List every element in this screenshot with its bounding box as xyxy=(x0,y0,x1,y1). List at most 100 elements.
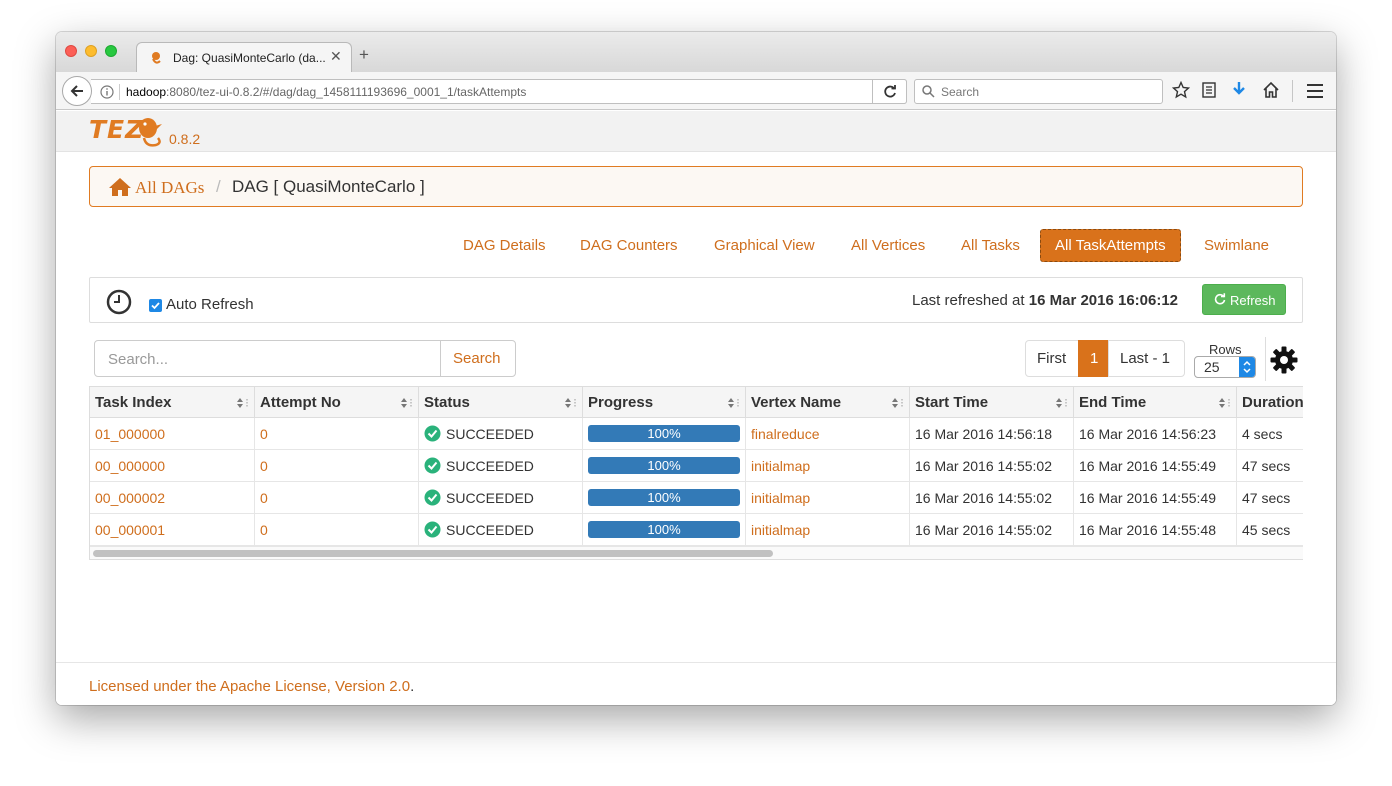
rows-per-page-value: 25 xyxy=(1204,359,1220,375)
back-arrow-icon xyxy=(70,85,83,97)
task-index-link[interactable]: 01_000000 xyxy=(95,426,165,442)
attempt-no-link[interactable]: 0 xyxy=(260,490,268,506)
browser-search-bar[interactable]: Search xyxy=(914,79,1163,104)
refresh-button-label: Refresh xyxy=(1230,293,1276,308)
tez-logo-bird-icon[interactable] xyxy=(136,114,166,150)
task-index-link[interactable]: 00_000002 xyxy=(95,490,165,506)
pagination-page-label: 1 xyxy=(1090,350,1099,367)
new-tab-icon[interactable]: + xyxy=(359,45,369,65)
license-link[interactable]: Licensed under the Apache License, Versi… xyxy=(89,678,414,695)
license-link-text[interactable]: Licensed under the Apache License, Versi… xyxy=(89,678,410,695)
column-header-status[interactable]: Status xyxy=(419,387,583,418)
breadcrumb-all-dags-link[interactable]: All DAGs xyxy=(135,178,204,198)
sort-icon[interactable] xyxy=(1218,397,1232,409)
progress-bar: 100% xyxy=(588,489,740,506)
pagination-page-button[interactable]: 1 xyxy=(1078,340,1109,377)
column-header-label: End Time xyxy=(1079,394,1147,411)
reading-list-icon[interactable] xyxy=(1201,81,1217,99)
sort-icon[interactable] xyxy=(727,397,741,409)
sort-icon[interactable] xyxy=(891,397,905,409)
task-index-link[interactable]: 00_000000 xyxy=(95,458,165,474)
duration-text: 47 secs xyxy=(1242,458,1291,474)
column-header-progress[interactable]: Progress xyxy=(583,387,746,418)
attempt-no-link[interactable]: 0 xyxy=(260,458,268,474)
tab-graphical-view[interactable]: Graphical View xyxy=(699,229,830,262)
tab-all-tasks[interactable]: All Tasks xyxy=(946,229,1035,262)
gear-icon[interactable] xyxy=(1269,345,1299,375)
zoom-window-button[interactable] xyxy=(105,45,117,57)
browser-window: Dag: QuasiMonteCarlo (da... ✕ + hadoop:8… xyxy=(56,32,1336,705)
toolbar-separator xyxy=(1292,80,1293,102)
scrollbar-thumb[interactable] xyxy=(93,550,773,557)
column-header-vertex-name[interactable]: Vertex Name xyxy=(746,387,910,418)
attempt-no-link[interactable]: 0 xyxy=(260,426,268,442)
hamburger-menu-icon[interactable] xyxy=(1306,83,1324,99)
sort-icon[interactable] xyxy=(564,397,578,409)
download-icon[interactable] xyxy=(1231,81,1247,99)
status-text: SUCCEEDED xyxy=(446,490,534,506)
refresh-icon xyxy=(1214,293,1226,305)
tab-all-taskattempts[interactable]: All TaskAttempts xyxy=(1040,229,1181,262)
rows-per-page-select[interactable]: 25 xyxy=(1194,356,1256,378)
horizontal-scrollbar[interactable] xyxy=(90,546,1303,559)
browser-tab[interactable]: Dag: QuasiMonteCarlo (da... ✕ xyxy=(136,42,352,73)
progress-text: 100% xyxy=(647,490,681,505)
reload-button[interactable] xyxy=(872,79,907,104)
home-icon[interactable] xyxy=(108,177,132,197)
pagination-last-button[interactable]: Last - 1 xyxy=(1108,340,1185,377)
column-header-task-index[interactable]: Task Index xyxy=(90,387,255,418)
tab-dag-details[interactable]: DAG Details xyxy=(448,229,561,262)
sort-icon[interactable] xyxy=(236,397,250,409)
cell-end-time: 16 Mar 2016 14:56:23 xyxy=(1074,418,1237,450)
column-header-attempt-no[interactable]: Attempt No xyxy=(255,387,419,418)
cell-end-time: 16 Mar 2016 14:55:48 xyxy=(1074,514,1237,546)
progress-text: 100% xyxy=(647,522,681,537)
tab-dag-counters[interactable]: DAG Counters xyxy=(565,229,693,262)
breadcrumb-separator: / xyxy=(216,177,221,196)
tab-close-icon[interactable]: ✕ xyxy=(330,48,342,65)
auto-refresh-checkbox[interactable] xyxy=(149,299,162,312)
end-time-text: 16 Mar 2016 14:55:49 xyxy=(1079,458,1216,474)
column-header-label: Attempt No xyxy=(260,394,341,411)
search-button[interactable]: Search xyxy=(440,340,516,377)
pagination-first-button[interactable]: First xyxy=(1025,340,1079,377)
back-button[interactable] xyxy=(62,76,92,106)
column-header-end-time[interactable]: End Time xyxy=(1074,387,1237,418)
sort-icon[interactable] xyxy=(400,397,414,409)
cell-vertex-name: initialmap xyxy=(746,482,910,514)
table-row: 00_000000 0 SUCCEEDED 100% initialmap 16… xyxy=(90,450,1303,482)
bookmark-star-icon[interactable] xyxy=(1172,81,1190,99)
vertex-name-link[interactable]: initialmap xyxy=(751,458,810,474)
sort-icon[interactable] xyxy=(1055,397,1069,409)
minimize-window-button[interactable] xyxy=(85,45,97,57)
refresh-button[interactable]: Refresh xyxy=(1202,284,1286,315)
table-row: 00_000002 0 SUCCEEDED 100% initialmap 16… xyxy=(90,482,1303,514)
url-text[interactable]: hadoop:8080/tez-ui-0.8.2/#/dag/dag_14581… xyxy=(126,85,526,99)
attempt-no-link[interactable]: 0 xyxy=(260,522,268,538)
vertex-name-link[interactable]: finalreduce xyxy=(751,426,820,442)
auto-refresh-label[interactable]: Auto Refresh xyxy=(166,296,254,313)
cell-end-time: 16 Mar 2016 14:55:49 xyxy=(1074,482,1237,514)
table-row: 00_000001 0 SUCCEEDED 100% initialmap 16… xyxy=(90,514,1303,546)
column-header-duration[interactable]: Duration xyxy=(1237,387,1303,418)
column-header-start-time[interactable]: Start Time xyxy=(910,387,1074,418)
start-time-text: 16 Mar 2016 14:55:02 xyxy=(915,522,1052,538)
progress-bar: 100% xyxy=(588,457,740,474)
info-icon[interactable] xyxy=(100,85,114,99)
column-header-label: Task Index xyxy=(95,394,172,411)
vertex-name-link[interactable]: initialmap xyxy=(751,490,810,506)
breadcrumb-current: DAG [ QuasiMonteCarlo ] xyxy=(232,177,425,196)
vertex-name-link[interactable]: initialmap xyxy=(751,522,810,538)
tab-swimlane[interactable]: Swimlane xyxy=(1189,229,1284,262)
home-browser-icon[interactable] xyxy=(1262,81,1280,99)
search-button-label: Search xyxy=(453,350,501,367)
last-refreshed-prefix: Last refreshed at xyxy=(912,292,1025,309)
cell-status: SUCCEEDED xyxy=(419,450,583,482)
tab-all-vertices[interactable]: All Vertices xyxy=(836,229,940,262)
toolbar-divider xyxy=(1265,337,1266,381)
task-index-link[interactable]: 00_000001 xyxy=(95,522,165,538)
url-bar[interactable]: hadoop:8080/tez-ui-0.8.2/#/dag/dag_14581… xyxy=(91,79,907,104)
page-content: TEZ 0.8.2 All DAGs / DAG [ QuasiMonteCar… xyxy=(56,111,1336,705)
search-input[interactable]: Search... xyxy=(94,340,441,377)
close-window-button[interactable] xyxy=(65,45,77,57)
